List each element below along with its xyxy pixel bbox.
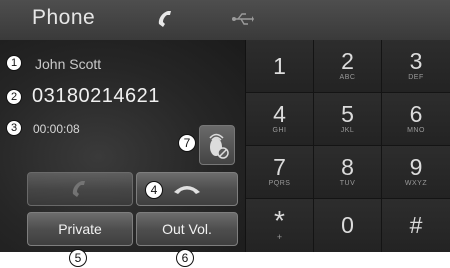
callout-5: 5 [69, 249, 87, 267]
key-6[interactable]: 6 MNO [382, 93, 450, 146]
callout-1: 1 [6, 55, 22, 71]
call-duration: 00:00:08 [33, 122, 80, 136]
accept-call-button[interactable] [27, 172, 133, 206]
phone-call-screen: Phone John Scott 03180214621 00:00:08 Pr… [0, 0, 450, 252]
handset-icon [155, 8, 177, 35]
handset-icon [72, 181, 85, 197]
call-info-panel: John Scott 03180214621 00:00:08 Private … [0, 40, 245, 252]
caller-number: 03180214621 [32, 85, 160, 107]
usb-icon [232, 12, 254, 31]
key-2[interactable]: 2 ABC [314, 40, 382, 93]
key-9[interactable]: 9 WXYZ [382, 146, 450, 199]
key-5[interactable]: 5 JKL [314, 93, 382, 146]
key-0[interactable]: 0 [314, 199, 382, 252]
callout-6: 6 [176, 249, 194, 267]
out-volume-button[interactable]: Out Vol. [136, 212, 238, 246]
dial-keypad: 1 2 ABC 3 DEF 4 GHI 5 JKL 6 MNO 7 PQRS 8 TUV 9W… [245, 40, 450, 252]
callout-7: 7 [178, 134, 196, 152]
key-hash[interactable]: # [382, 199, 450, 252]
page-title: Phone [32, 6, 96, 29]
privacy-mode-button[interactable] [199, 125, 235, 165]
callout-4: 4 [145, 181, 163, 199]
caller-name: John Scott [35, 56, 102, 72]
hidden-caller-icon [209, 133, 229, 159]
key-7[interactable]: 7 PQRS [246, 146, 314, 199]
key-3[interactable]: 3 DEF [382, 40, 450, 93]
key-1[interactable]: 1 [246, 40, 314, 93]
callout-3: 3 [6, 120, 22, 136]
key-8[interactable]: 8 TUV [314, 146, 382, 199]
key-star[interactable]: * + [246, 199, 314, 252]
end-call-icon [174, 186, 200, 194]
private-button[interactable]: Private [27, 212, 133, 246]
callout-2: 2 [6, 89, 22, 105]
status-bar: Phone [0, 0, 450, 41]
key-4[interactable]: 4 GHI [246, 93, 314, 146]
